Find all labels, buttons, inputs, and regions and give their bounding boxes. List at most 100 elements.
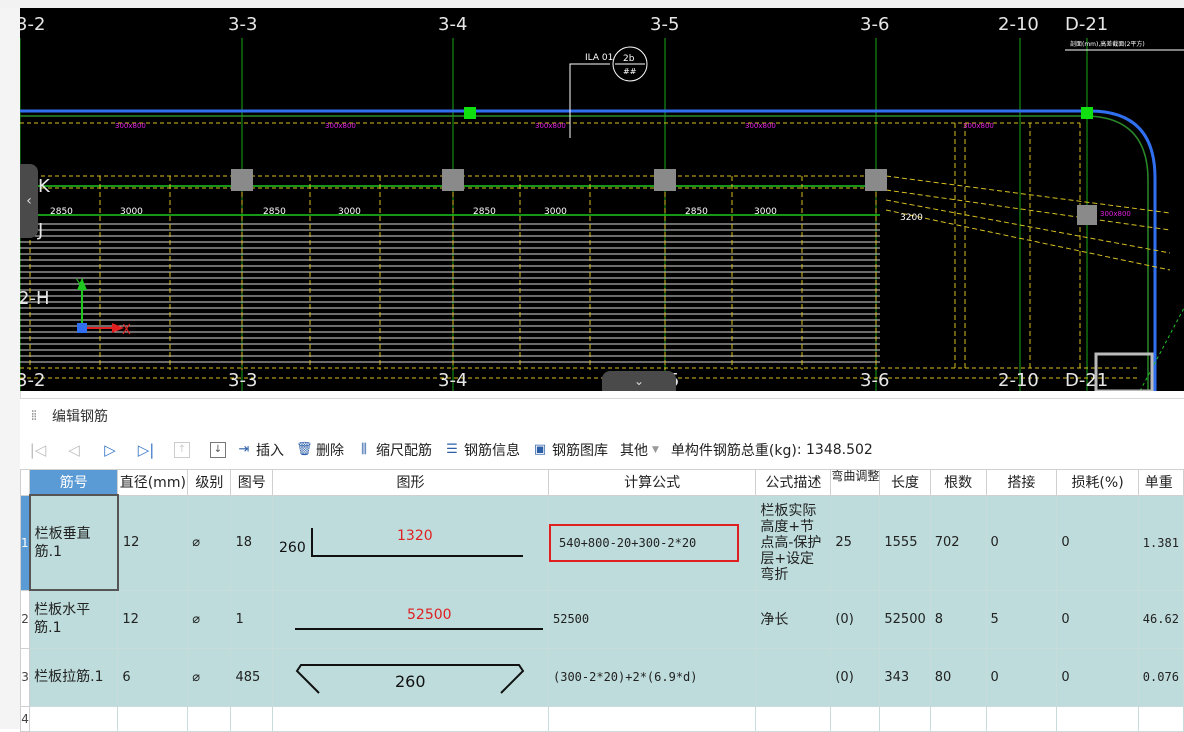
col-header[interactable]: 筋号 [29, 469, 119, 496]
shape-cell[interactable]: 260 [272, 647, 549, 707]
bubble-bottom: ## [623, 67, 637, 76]
empty-cell[interactable] [879, 705, 931, 732]
lap-cell[interactable]: 5 [985, 589, 1058, 649]
lap-cell[interactable]: 0 [985, 647, 1058, 707]
rebar-name-cell[interactable]: 栏板垂直筋.1 [28, 494, 119, 591]
empty-cell[interactable] [187, 705, 232, 732]
col-header[interactable]: 直径(mm) [117, 469, 189, 496]
empty-cell[interactable] [985, 705, 1058, 732]
empty-cell[interactable] [272, 705, 549, 732]
unit-weight-cell[interactable]: 46.62 [1137, 589, 1184, 649]
formula-description-cell[interactable]: 栏板实际高度+节点高-保护层+设定弯折 [755, 494, 832, 591]
loss-cell[interactable]: 0 [1056, 647, 1139, 707]
empty-cell[interactable] [117, 705, 189, 732]
shape-cell[interactable]: 52500 [272, 589, 549, 649]
row-number[interactable]: 4 [19, 705, 31, 732]
empty-cell[interactable] [755, 705, 832, 732]
empty-cell[interactable] [230, 705, 274, 732]
previous-record-icon[interactable]: ◁ [64, 440, 84, 460]
formula-description-cell[interactable]: 净长 [755, 589, 832, 649]
figure-number-cell[interactable]: 1 [230, 589, 274, 649]
col-header[interactable]: 弯曲调整 [830, 469, 881, 496]
figure-number-cell[interactable]: 18 [230, 494, 274, 591]
empty-cell[interactable] [1056, 705, 1139, 732]
table-row[interactable]: 3 栏板拉筋.1 6 ⌀ 485 260 (300-2*20)+2*(6.9*d… [19, 647, 1184, 707]
col-header[interactable]: 图形 [272, 469, 549, 496]
col-header[interactable]: 图号 [230, 469, 274, 496]
bend-adjust-cell[interactable]: (0) [830, 589, 881, 649]
col-header[interactable]: 损耗(%) [1056, 469, 1139, 496]
shape-cell[interactable]: 260 1320 [272, 494, 549, 591]
move-up-icon[interactable]: ↑ [174, 442, 190, 458]
delete-button[interactable]: 🗑︎ 删除 [296, 440, 344, 460]
col-header[interactable]: 单重 [1137, 469, 1184, 496]
empty-cell[interactable] [1137, 705, 1184, 732]
axis-label-2-10: 2-10 [998, 14, 1039, 35]
collapse-left-panel-button[interactable]: ‹ [20, 164, 38, 238]
chevron-left-icon: ‹ [26, 193, 32, 209]
drag-grip-icon[interactable]: ⁞⁞ [20, 408, 46, 424]
trash-icon: 🗑︎ [296, 442, 313, 457]
corner-note: 剖面(mm),高差截面(2平方) [1070, 40, 1145, 48]
table-row-empty[interactable]: 4 [19, 705, 1184, 732]
bend-adjust-cell[interactable]: (0) [830, 647, 881, 707]
rebar-name-cell[interactable]: 栏板拉筋.1 [29, 647, 119, 707]
cad-canvas[interactable]: 300x800 300x800 300x800 300x800 300x800 … [20, 8, 1184, 391]
rebar-library-button[interactable]: ▣ 钢筋图库 [532, 440, 608, 460]
col-header[interactable]: 搭接 [985, 469, 1058, 496]
collapse-bottom-panel-button[interactable]: ⌄ [602, 371, 676, 391]
row-number[interactable]: 1 [19, 494, 31, 591]
loss-cell[interactable]: 0 [1056, 589, 1139, 649]
move-down-icon[interactable]: ↓ [210, 442, 226, 458]
unit-weight-cell[interactable]: 1.381 [1137, 494, 1184, 591]
formula-cell[interactable]: 52500 [547, 589, 757, 649]
scale-rebar-button[interactable]: ⫼ 缩尺配筋 [356, 440, 432, 460]
diameter-cell[interactable]: 12 [117, 494, 189, 591]
length-cell[interactable]: 343 [879, 647, 931, 707]
length-cell[interactable]: 1555 [879, 494, 931, 591]
diameter-cell[interactable]: 6 [117, 647, 189, 707]
count-cell[interactable]: 702 [929, 494, 987, 591]
row-number[interactable]: 3 [19, 647, 31, 707]
formula-description-cell[interactable] [755, 647, 832, 707]
insert-button[interactable]: ⇥ 插入 [236, 440, 284, 460]
row-number[interactable]: 2 [19, 589, 31, 649]
empty-cell[interactable] [547, 705, 757, 732]
table-row[interactable]: 1 栏板垂直筋.1 12 ⌀ 18 260 1320 540+800-20+30… [19, 494, 1184, 591]
table-row[interactable]: 2 栏板水平筋.1 12 ⌀ 1 52500 52500 净长 (0) 5250… [19, 589, 1184, 649]
col-header[interactable]: 根数 [929, 469, 987, 496]
grade-cell[interactable]: ⌀ [187, 647, 232, 707]
count-cell[interactable]: 80 [929, 647, 987, 707]
figure-number-cell[interactable]: 485 [230, 647, 274, 707]
unit-weight-cell[interactable]: 0.076 [1137, 647, 1184, 707]
col-header[interactable]: 公式描述 [755, 469, 832, 496]
total-weight: 单构件钢筋总重(kg): 1348.502 [670, 442, 873, 459]
rebar-info-button[interactable]: ☰ 钢筋信息 [444, 440, 520, 460]
grade-cell[interactable]: ⌀ [187, 589, 232, 649]
diameter-cell[interactable]: 12 [117, 589, 189, 649]
chevron-down-icon: ⌄ [633, 374, 645, 388]
bend-adjust-cell[interactable]: 25 [830, 494, 881, 591]
rebar-name-cell[interactable]: 栏板水平筋.1 [29, 589, 119, 649]
length-cell[interactable]: 52500 [879, 589, 931, 649]
empty-cell[interactable] [29, 705, 119, 732]
col-header[interactable]: 计算公式 [547, 469, 757, 496]
row-label-k: K [38, 176, 51, 197]
loss-cell[interactable]: 0 [1056, 494, 1139, 591]
next-record-icon[interactable]: ▷ [100, 440, 120, 460]
last-record-icon[interactable]: ▷| [136, 440, 156, 460]
first-record-icon[interactable]: |◁ [28, 440, 48, 460]
formula-highlight[interactable]: 540+800-20+300-2*20 [549, 523, 739, 562]
empty-cell[interactable] [830, 705, 881, 732]
other-dropdown[interactable]: 其他 ▼ [620, 440, 659, 460]
empty-cell[interactable] [929, 705, 987, 732]
formula-cell[interactable]: (300-2*20)+2*(6.9*d) [547, 647, 757, 707]
panel-header: ⁞⁞ 编辑钢筋 [20, 399, 1184, 433]
grade-cell[interactable]: ⌀ [187, 494, 232, 591]
count-cell[interactable]: 8 [929, 589, 987, 649]
formula-cell[interactable]: 540+800-20+300-2*20 [547, 494, 757, 591]
lap-cell[interactable]: 0 [985, 494, 1058, 591]
dim-4: 3000 [338, 207, 361, 217]
col-header[interactable]: 长度 [879, 469, 931, 496]
col-header[interactable]: 级别 [187, 469, 232, 496]
